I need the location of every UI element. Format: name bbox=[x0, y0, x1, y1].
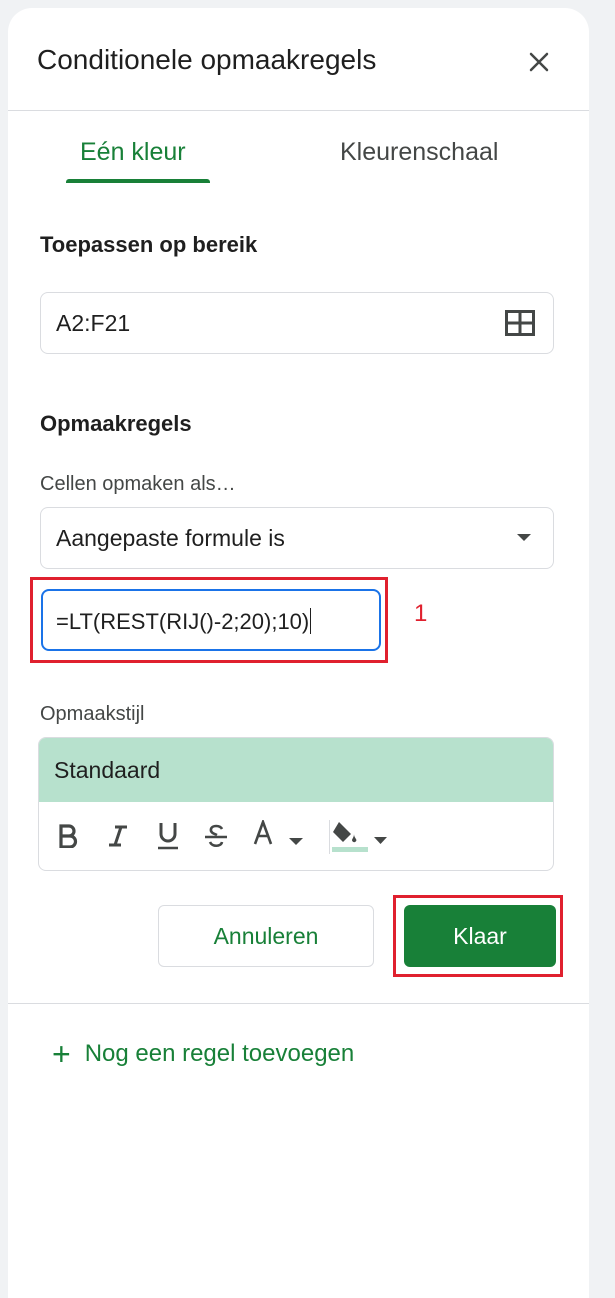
italic-icon bbox=[109, 825, 127, 847]
underline-button[interactable] bbox=[153, 818, 183, 854]
conditional-format-panel: Conditionele opmaakregels Eén kleur Kleu… bbox=[8, 8, 589, 1298]
add-rule-label: Nog een regel toevoegen bbox=[84, 1040, 355, 1067]
strikethrough-icon bbox=[205, 824, 227, 848]
range-label: Toepassen op bereik bbox=[40, 232, 258, 257]
active-tab-indicator bbox=[66, 179, 210, 183]
close-icon bbox=[529, 52, 549, 72]
style-label: Opmaakstijl bbox=[40, 703, 145, 725]
rules-label: Opmaakregels bbox=[40, 411, 192, 436]
style-preview[interactable]: Standaard bbox=[39, 738, 553, 802]
tab-color-scale[interactable]: Kleurenschaal bbox=[340, 138, 498, 167]
add-rule-button[interactable]: + Nog een regel toevoegen bbox=[52, 1036, 355, 1072]
style-preview-label: Standaard bbox=[54, 757, 161, 783]
cancel-button[interactable]: Annuleren bbox=[158, 905, 374, 967]
tab-single-color[interactable]: Eén kleur bbox=[80, 138, 186, 167]
panel-title: Conditionele opmaakregels bbox=[37, 44, 377, 75]
annotation-highlight-done bbox=[393, 895, 563, 977]
italic-button[interactable] bbox=[103, 818, 133, 854]
dropdown-arrow-icon bbox=[517, 534, 531, 541]
format-style-box: Standaard bbox=[38, 737, 554, 871]
fill-color-icon bbox=[332, 822, 387, 852]
fill-color-button[interactable] bbox=[329, 818, 389, 854]
annotation-marker-1: 1 bbox=[414, 600, 428, 627]
condition-select[interactable]: Aangepaste formule is bbox=[40, 507, 554, 569]
close-button[interactable] bbox=[523, 46, 555, 78]
condition-value: Aangepaste formule is bbox=[56, 525, 285, 551]
text-color-icon bbox=[253, 820, 303, 845]
condition-label: Cellen opmaken als… bbox=[40, 473, 236, 495]
text-color-button[interactable] bbox=[249, 818, 307, 854]
annotation-highlight-formula bbox=[30, 577, 388, 663]
panel-header: Conditionele opmaakregels bbox=[8, 8, 589, 111]
section-divider bbox=[8, 1003, 589, 1004]
grid-select-icon[interactable] bbox=[505, 310, 535, 336]
strikethrough-button[interactable] bbox=[201, 818, 231, 854]
underline-icon bbox=[158, 823, 178, 850]
bold-button[interactable] bbox=[53, 818, 83, 854]
range-value: A2:F21 bbox=[56, 310, 131, 336]
plus-icon: + bbox=[52, 1036, 71, 1072]
bold-icon bbox=[59, 824, 78, 848]
range-input[interactable]: A2:F21 bbox=[40, 292, 554, 354]
